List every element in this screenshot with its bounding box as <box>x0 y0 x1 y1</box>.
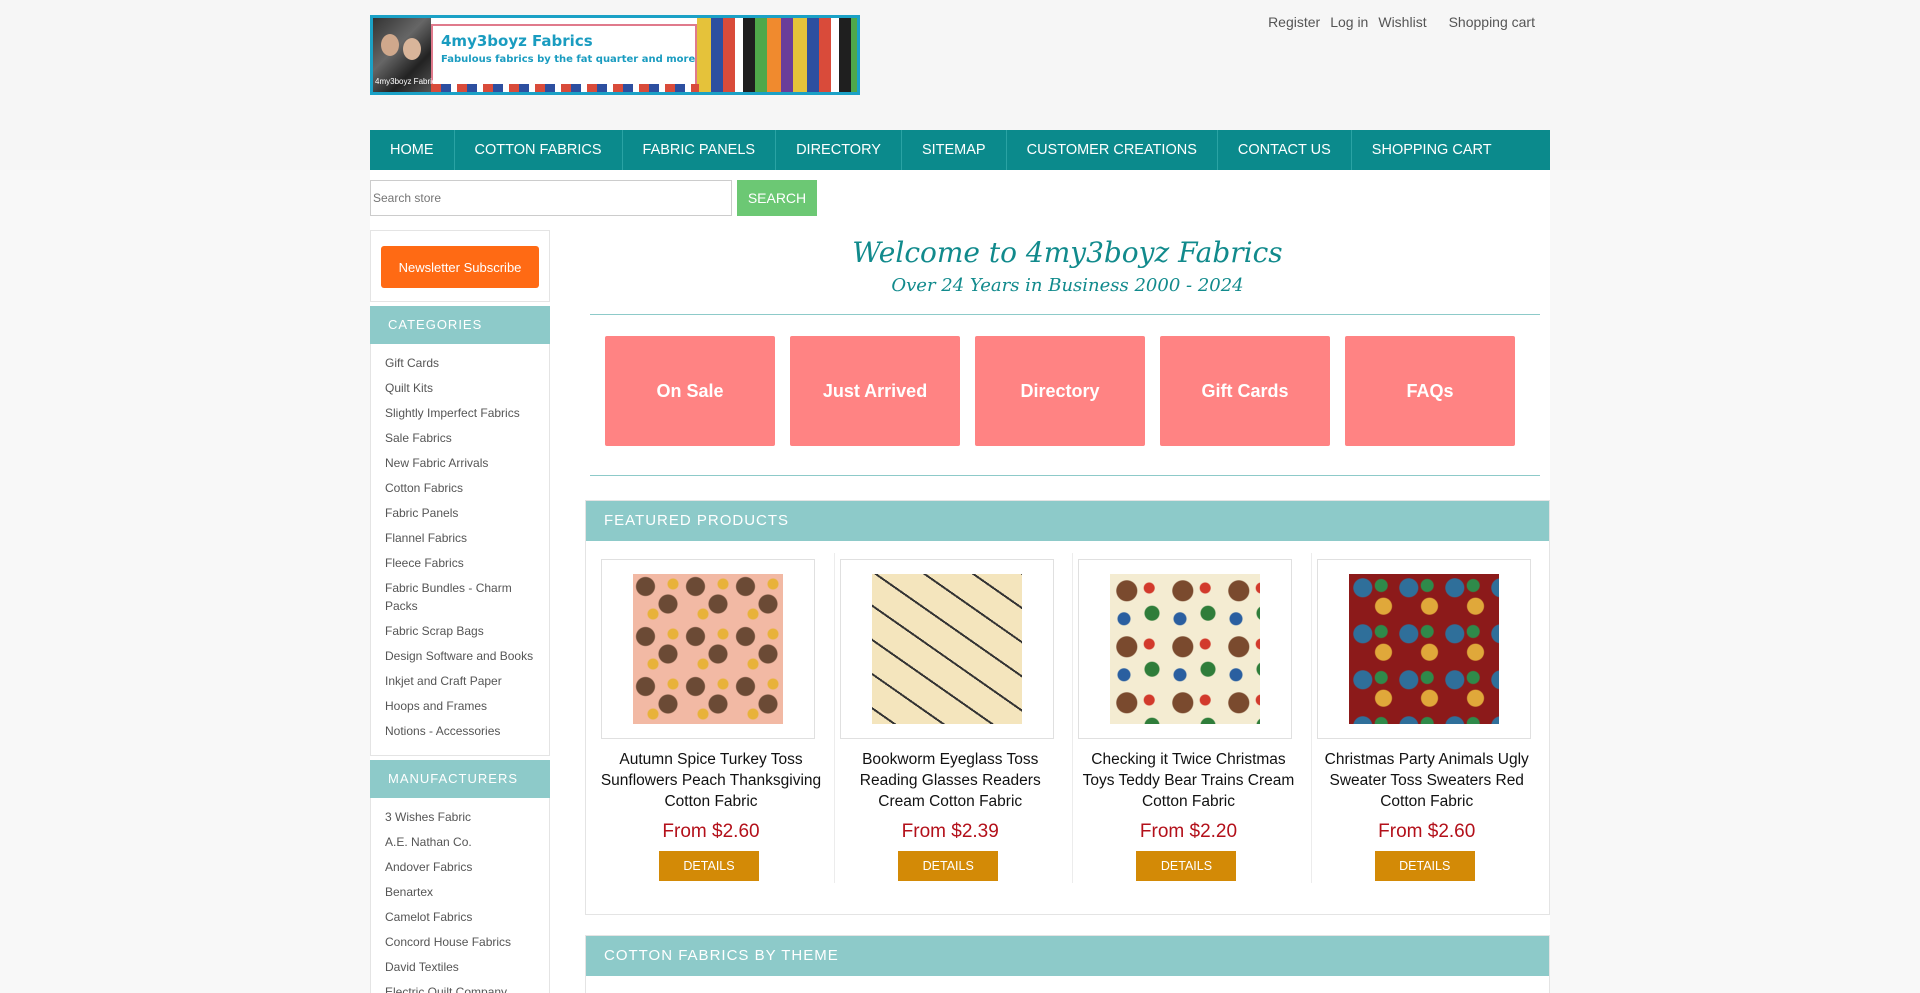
register-link[interactable]: Register <box>1263 14 1325 30</box>
category-item[interactable]: Hoops and Frames <box>385 697 535 715</box>
manufacturer-item[interactable]: 3 Wishes Fabric <box>385 808 535 826</box>
nav-directory[interactable]: DIRECTORY <box>776 130 902 170</box>
product-price: From $2.39 <box>901 821 999 842</box>
details-button[interactable]: DETAILS <box>1136 851 1237 881</box>
product-image <box>872 574 1023 724</box>
manufacturer-item[interactable]: Camelot Fabrics <box>385 908 535 926</box>
product-image-link[interactable] <box>1078 559 1293 739</box>
tile-on-sale[interactable]: On Sale <box>605 336 775 446</box>
search-input[interactable] <box>370 180 732 216</box>
page-background-right <box>1550 170 1920 993</box>
featured-products-title: FEATURED PRODUCTS <box>586 501 1549 541</box>
logo-tagline: Fabulous fabrics by the fat quarter and … <box>441 54 696 65</box>
login-link[interactable]: Log in <box>1325 14 1373 30</box>
category-item[interactable]: Design Software and Books <box>385 647 535 665</box>
product-image-link[interactable] <box>1316 559 1531 739</box>
product-name[interactable]: Checking it Twice Christmas Toys Teddy B… <box>1073 749 1303 812</box>
tile-directory[interactable]: Directory <box>975 336 1145 446</box>
category-item[interactable]: Fabric Scrap Bags <box>385 622 535 640</box>
divider <box>590 475 1540 476</box>
product-card: Bookworm Eyeglass Toss Reading Glasses R… <box>834 553 1072 883</box>
header-links: Register Log in Wishlist Shopping cart <box>1263 14 1540 30</box>
tile-faqs[interactable]: FAQs <box>1345 336 1515 446</box>
shopping-cart-link[interactable]: Shopping cart <box>1444 14 1540 30</box>
logo-photo: 4my3boyz Fabrics <box>373 18 440 92</box>
theme-section-title: COTTON FABRICS BY THEME <box>586 936 1549 976</box>
categories-list: Gift Cards Quilt Kits Slightly Imperfect… <box>370 344 550 756</box>
category-item[interactable]: Gift Cards <box>385 354 535 372</box>
product-card: Autumn Spice Turkey Toss Sunflowers Peac… <box>596 553 834 883</box>
category-item[interactable]: Sale Fabrics <box>385 429 535 447</box>
logo-text-box: 4my3boyz Fabrics Fabulous fabrics by the… <box>431 24 697 86</box>
category-item[interactable]: Flannel Fabrics <box>385 529 535 547</box>
page-background-left <box>0 170 370 993</box>
manufacturer-item[interactable]: David Textiles <box>385 958 535 976</box>
product-image-link[interactable] <box>840 559 1055 739</box>
nav-contact-us[interactable]: CONTACT US <box>1218 130 1352 170</box>
wishlist-link[interactable]: Wishlist <box>1373 14 1431 30</box>
welcome-subtitle: Over 24 Years in Business 2000 - 2024 <box>891 275 1244 296</box>
cotton-fabrics-by-theme: COTTON FABRICS BY THEME <box>585 935 1550 993</box>
nav-customer-creations[interactable]: CUSTOMER CREATIONS <box>1007 130 1218 170</box>
main-content: Welcome to 4my3boyz Fabrics Over 24 Year… <box>585 230 1550 993</box>
main-nav: HOME COTTON FABRICS FABRIC PANELS DIRECT… <box>370 130 1550 170</box>
nav-shopping-cart[interactable]: SHOPPING CART <box>1352 130 1512 170</box>
product-grid: Autumn Spice Turkey Toss Sunflowers Peac… <box>586 541 1549 883</box>
manufacturers-title: MANUFACTURERS <box>370 760 550 798</box>
manufacturer-item[interactable]: A.E. Nathan Co. <box>385 833 535 851</box>
welcome-title: Welcome to 4my3boyz Fabrics <box>852 236 1283 269</box>
product-price: From $2.20 <box>1139 821 1238 842</box>
product-image <box>1348 574 1499 724</box>
manufacturer-item[interactable]: Concord House Fabrics <box>385 933 535 951</box>
featured-products: FEATURED PRODUCTS Autumn Spice Turkey To… <box>585 500 1550 915</box>
category-item[interactable]: New Fabric Arrivals <box>385 454 535 472</box>
product-price: From $2.60 <box>1378 821 1476 842</box>
category-item[interactable]: Quilt Kits <box>385 379 535 397</box>
newsletter-subscribe-button[interactable]: Newsletter Subscribe <box>381 246 539 288</box>
logo-fabric-strip <box>431 84 699 92</box>
category-item[interactable]: Fleece Fabrics <box>385 554 535 572</box>
product-image <box>1110 574 1261 724</box>
site-logo[interactable]: 4my3boyz Fabrics 4my3boyz Fabrics Fabulo… <box>370 15 860 95</box>
quick-links: On Sale Just Arrived Directory Gift Card… <box>605 336 1515 446</box>
logo-fabric-image <box>697 18 857 92</box>
product-name[interactable]: Bookworm Eyeglass Toss Reading Glasses R… <box>835 749 1065 812</box>
product-price: From $2.60 <box>662 821 760 842</box>
details-button[interactable]: DETAILS <box>1374 851 1475 881</box>
category-item[interactable]: Slightly Imperfect Fabrics <box>385 404 535 422</box>
logo-title: 4my3boyz Fabrics <box>441 32 593 50</box>
product-name[interactable]: Autumn Spice Turkey Toss Sunflowers Peac… <box>596 749 826 812</box>
tile-just-arrived[interactable]: Just Arrived <box>790 336 960 446</box>
product-image <box>633 574 783 724</box>
divider <box>590 314 1540 315</box>
category-item[interactable]: Cotton Fabrics <box>385 479 535 497</box>
manufacturer-item[interactable]: Benartex <box>385 883 535 901</box>
nav-sitemap[interactable]: SITEMAP <box>902 130 1007 170</box>
category-item[interactable]: Inkjet and Craft Paper <box>385 672 535 690</box>
product-card: Christmas Party Animals Ugly Sweater Tos… <box>1310 553 1549 883</box>
search-button[interactable]: SEARCH <box>737 180 817 216</box>
manufacturer-item[interactable]: Electric Quilt Company <box>385 983 535 993</box>
tile-gift-cards[interactable]: Gift Cards <box>1160 336 1330 446</box>
category-item[interactable]: Fabric Panels <box>385 504 535 522</box>
category-item[interactable]: Fabric Bundles - Charm Packs <box>385 579 535 615</box>
categories-title: CATEGORIES <box>370 306 550 344</box>
nav-fabric-panels[interactable]: FABRIC PANELS <box>623 130 777 170</box>
manufacturers-list: 3 Wishes Fabric A.E. Nathan Co. Andover … <box>370 798 550 993</box>
sidebar: Newsletter Subscribe CATEGORIES Gift Car… <box>370 230 550 993</box>
product-image-link[interactable] <box>601 559 815 739</box>
product-name[interactable]: Christmas Party Animals Ugly Sweater Tos… <box>1312 749 1542 812</box>
nav-home[interactable]: HOME <box>370 130 455 170</box>
nav-cotton-fabrics[interactable]: COTTON FABRICS <box>455 130 623 170</box>
manufacturer-item[interactable]: Andover Fabrics <box>385 858 535 876</box>
product-card: Checking it Twice Christmas Toys Teddy B… <box>1072 553 1310 883</box>
newsletter-box: Newsletter Subscribe <box>370 230 550 302</box>
details-button[interactable]: DETAILS <box>898 851 999 881</box>
category-item[interactable]: Notions - Accessories <box>385 722 535 740</box>
details-button[interactable]: DETAILS <box>659 851 759 881</box>
